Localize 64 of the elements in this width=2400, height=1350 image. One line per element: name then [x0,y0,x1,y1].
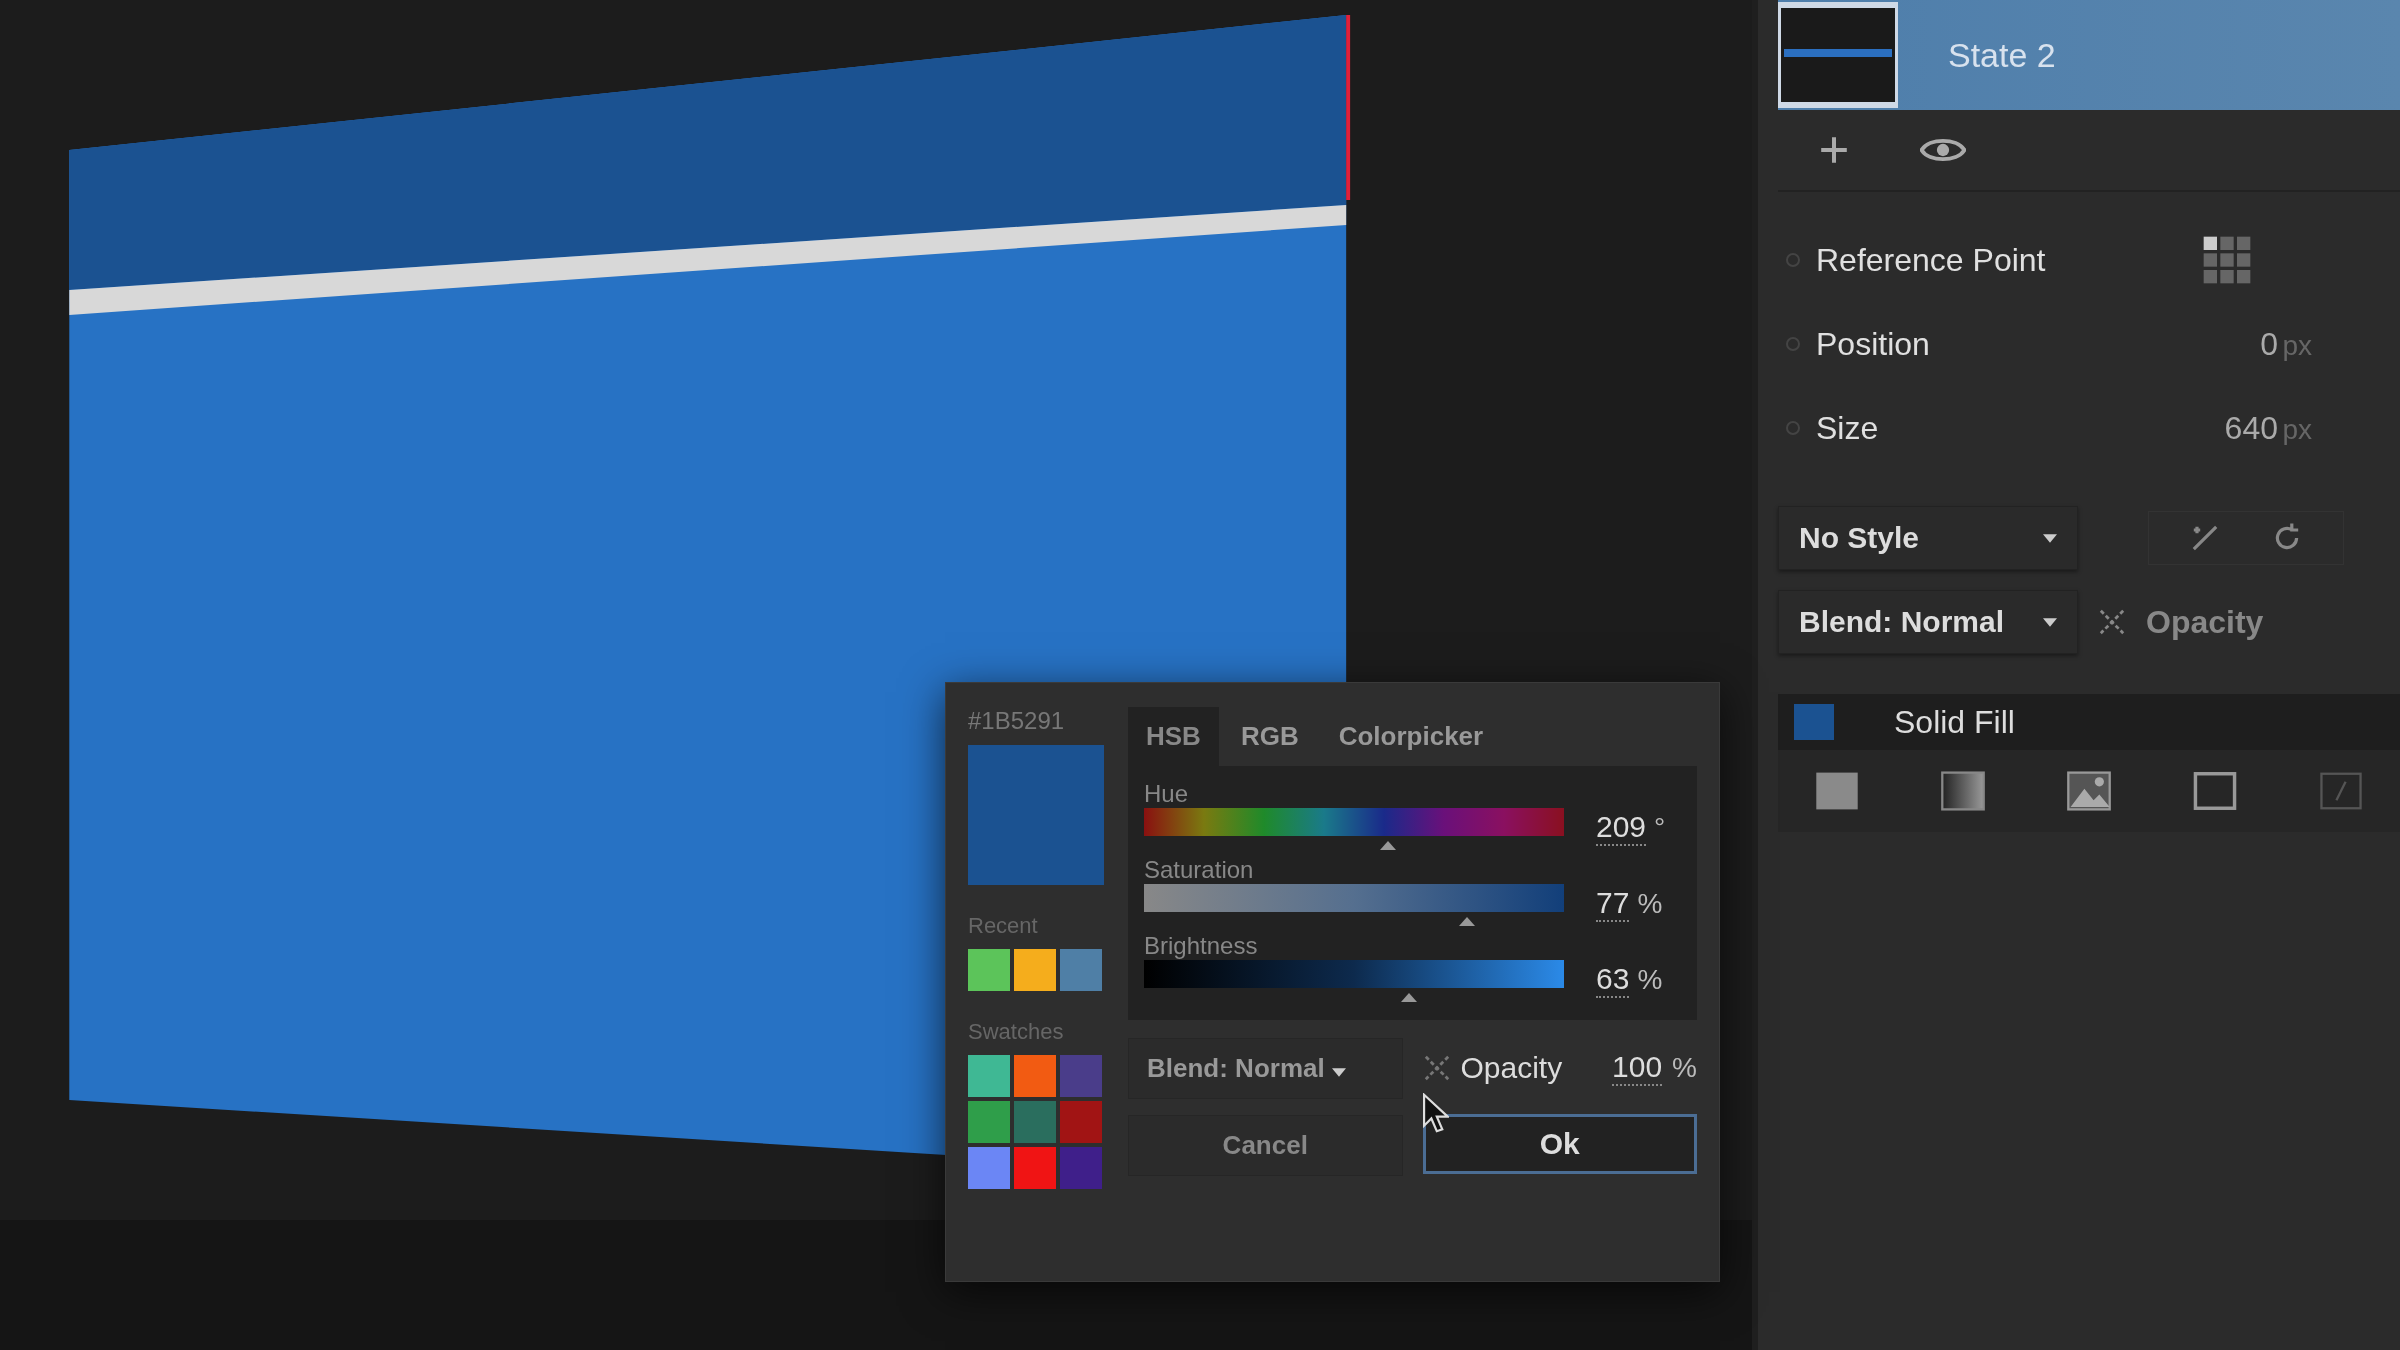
plus-icon[interactable] [1818,134,1850,166]
unit-label: px [2282,329,2312,361]
dot-icon [1786,337,1800,351]
tab[interactable]: Colorpicker [1320,707,1502,766]
property-label: Size [1816,409,1880,447]
color-swatch[interactable] [968,949,1010,991]
slider-thumb[interactable] [1459,917,1476,926]
opacity-label: Opacity [2146,603,2264,641]
slider-thumb[interactable] [1379,841,1396,850]
hex-value: #1B5291 [968,707,1066,735]
blend-dropdown[interactable]: Blend: Normal [1128,1038,1403,1099]
caret-icon [2043,617,2057,627]
caret-icon [2043,533,2057,543]
cursor-icon [1421,1093,1449,1133]
opacity-value[interactable]: 100 [1612,1050,1663,1086]
image-icon[interactable] [2066,770,2112,812]
code-icon[interactable] [2318,770,2364,812]
color-swatch[interactable] [1014,1101,1056,1143]
style-dropdown[interactable]: No Style [1778,506,2078,570]
slider-label: Saturation [1144,856,1254,883]
fill-swatch[interactable] [1794,704,1834,740]
dot-icon [1786,253,1800,267]
color-swatch[interactable] [968,1055,1010,1097]
slider-label: Brightness [1144,932,1258,959]
arrows-icon [2098,608,2126,636]
color-swatch[interactable] [1060,1055,1102,1097]
cancel-button[interactable]: Cancel [1128,1115,1403,1176]
arrows-icon [1422,1054,1451,1082]
tab[interactable]: RGB [1222,707,1317,766]
color-swatch[interactable] [1014,949,1056,991]
color-swatch[interactable] [1014,1055,1056,1097]
unit-label: % [1637,964,1663,996]
number-value[interactable]: 640 [2224,409,2278,446]
dot-icon [1786,421,1800,435]
slider-label: Hue [1144,780,1189,807]
tab[interactable]: HSB [1128,707,1219,766]
caret-icon [1331,1068,1346,1077]
slider-value[interactable]: 209 [1596,810,1647,846]
outline-square-icon[interactable] [2192,770,2238,812]
swatches-label: Swatches [968,1019,1065,1045]
color-swatch[interactable] [1060,1101,1102,1143]
color-swatch[interactable] [968,1147,1010,1189]
gradient-icon[interactable] [1940,770,1986,812]
unit-label: px [2282,413,2312,445]
grid-icon[interactable] [2202,235,2252,285]
recent-label: Recent [968,913,1039,939]
unit-label: ° [1654,812,1666,844]
slider-thumb[interactable] [1400,993,1417,1002]
square-icon[interactable] [1814,770,1860,812]
property-label: Reference Point [1816,241,2047,279]
ok-button[interactable]: Ok [1422,1114,1697,1174]
color-swatch[interactable] [1014,1147,1056,1189]
color-swatch[interactable] [968,1101,1010,1143]
blend-dropdown[interactable]: Blend: Normal [1778,590,2078,654]
opacity-label: Opacity [1460,1051,1564,1085]
property-label: Position [1816,325,1931,363]
color-swatch[interactable] [1060,949,1102,991]
unit-label: % [1672,1052,1697,1084]
unit-label: % [1637,888,1663,920]
slider-value[interactable]: 63 [1596,962,1630,998]
color-swatch[interactable] [1060,1147,1102,1189]
number-value[interactable]: 0 [2260,325,2278,362]
fill-row[interactable]: Solid Fill [1778,694,2400,750]
slider-value[interactable]: 77 [1596,886,1630,922]
